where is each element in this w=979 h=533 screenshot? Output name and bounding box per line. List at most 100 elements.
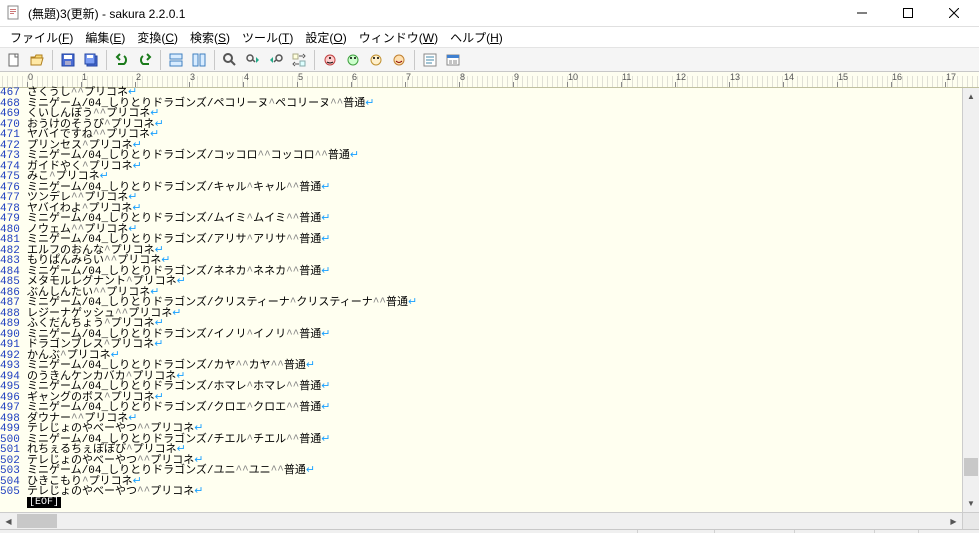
outline-icon[interactable] — [419, 49, 441, 71]
text-line[interactable]: ミニゲーム/04_しりとりドラゴンズ/ムイミ^ムイミ^^普通↵ — [27, 214, 962, 225]
text-line[interactable]: ミニゲーム/04_しりとりドラゴンズ/イノリ^イノリ^^普通↵ — [27, 330, 962, 341]
text-line[interactable]: ガイドやく^プリコネ↵ — [27, 162, 962, 173]
horizontal-scroll-thumb[interactable] — [17, 514, 57, 528]
scroll-down-button[interactable]: ▼ — [963, 495, 979, 512]
mark1-icon[interactable] — [319, 49, 341, 71]
line-number: 473 — [0, 151, 25, 162]
ruler-mark: 4 — [244, 72, 249, 82]
new-file-icon[interactable] — [3, 49, 25, 71]
text-line[interactable]: ミニゲーム/04_しりとりドラゴンズ/アリサ^アリサ^^普通↵ — [27, 235, 962, 246]
text-line[interactable]: メタモルレグナント^プリコネ↵ — [27, 277, 962, 288]
ruler-mark: 13 — [730, 72, 740, 82]
window-title: (無題)3(更新) - sakura 2.2.0.1 — [28, 5, 839, 22]
ruler-mark: 10 — [568, 72, 578, 82]
ruler-mark: 3 — [190, 72, 195, 82]
text-line[interactable]: ミニゲーム/04_しりとりドラゴンズ/ホマレ^ホマレ^^普通↵ — [27, 382, 962, 393]
text-line[interactable]: ミニゲーム/04_しりとりドラゴンズ/ユニ^^ユニ^^普通↵ — [27, 466, 962, 477]
find-icon[interactable] — [219, 49, 241, 71]
find-next-icon[interactable] — [242, 49, 264, 71]
eof-marker: [EOF] — [27, 497, 61, 508]
ruler-mark: 17 — [946, 72, 956, 82]
text-line[interactable]: さくうし^^プリコネ↵ — [27, 88, 962, 99]
line-number: 485 — [0, 277, 25, 288]
line-number: 467 — [0, 88, 25, 99]
line-number: 497 — [0, 403, 25, 414]
line-number: 493 — [0, 361, 25, 372]
save-icon[interactable] — [57, 49, 79, 71]
line-number: 495 — [0, 382, 25, 393]
open-file-icon[interactable] — [26, 49, 48, 71]
menu-e[interactable]: 編集(E) — [79, 27, 131, 48]
ruler-mark: 9 — [514, 72, 519, 82]
text-line[interactable]: くいしんぼう^^プリコネ↵ — [27, 109, 962, 120]
tile-h-icon[interactable] — [165, 49, 187, 71]
minimize-button[interactable] — [839, 0, 885, 26]
ruler-mark: 6 — [352, 72, 357, 82]
vertical-scrollbar[interactable]: ▲ ▼ — [962, 88, 979, 512]
mark3-icon[interactable] — [365, 49, 387, 71]
text-line[interactable]: ミニゲーム/04_しりとりドラゴンズ/ペコリーヌ^ペコリーヌ^^普通↵ — [27, 99, 962, 110]
undo-icon[interactable] — [111, 49, 133, 71]
menu-w[interactable]: ウィンドウ(W) — [353, 27, 444, 48]
menu-f[interactable]: ファイル(F) — [4, 27, 79, 48]
text-line[interactable]: ドラゴンブレス^プリコネ↵ — [27, 340, 962, 351]
ruler-mark: 8 — [460, 72, 465, 82]
redo-icon[interactable] — [134, 49, 156, 71]
text-line[interactable]: ミニゲーム/04_しりとりドラゴンズ/キャル^キャル^^普通↵ — [27, 183, 962, 194]
ruler-mark: 7 — [406, 72, 411, 82]
tile-v-icon[interactable] — [188, 49, 210, 71]
title-bar: (無題)3(更新) - sakura 2.2.0.1 — [0, 0, 979, 27]
find-prev-icon[interactable] — [265, 49, 287, 71]
text-line[interactable]: ツンデレ^^プリコネ↵ — [27, 193, 962, 204]
line-number: 469 — [0, 109, 25, 120]
line-number: 481 — [0, 235, 25, 246]
text-line[interactable]: ミニゲーム/04_しりとりドラゴンズ/クリスティーナ^クリスティーナ^^普通↵ — [27, 298, 962, 309]
scroll-right-button[interactable]: ▶ — [945, 513, 962, 529]
menu-o[interactable]: 設定(O) — [299, 27, 352, 48]
text-line[interactable]: ミニゲーム/04_しりとりドラゴンズ/コッコロ^^コッコロ^^普通↵ — [27, 151, 962, 162]
replace-icon[interactable] — [288, 49, 310, 71]
menu-bar: ファイル(F)編集(E)変換(C)検索(S)ツール(T)設定(O)ウィンドウ(W… — [0, 27, 979, 47]
text-line[interactable]: テレじょのやべーやつ^^プリコネ↵ — [27, 487, 962, 498]
line-number: 487 — [0, 298, 25, 309]
menu-c[interactable]: 変換(C) — [131, 27, 184, 48]
text-line[interactable]: ふくだんちょう^プリコネ↵ — [27, 319, 962, 330]
line-number: 491 — [0, 340, 25, 351]
line-number: 471 — [0, 130, 25, 141]
save-all-icon[interactable] — [80, 49, 102, 71]
maximize-button[interactable] — [885, 0, 931, 26]
editor[interactable]: 4674684694704714724734744754764774784794… — [0, 88, 979, 512]
ruler-mark: 12 — [676, 72, 686, 82]
text-area[interactable]: さくうし^^プリコネ↵ミニゲーム/04_しりとりドラゴンズ/ペコリーヌ^ペコリー… — [27, 88, 962, 512]
line-number: 501 — [0, 445, 25, 456]
menu-h[interactable]: ヘルプ(H) — [444, 27, 509, 48]
horizontal-scrollbar[interactable]: ◀ ▶ — [0, 512, 979, 529]
line-number: 489 — [0, 319, 25, 330]
ruler-mark: 11 — [622, 72, 631, 82]
text-line[interactable]: れちぇるちぇぽぽび^プリコネ↵ — [27, 445, 962, 456]
mark4-icon[interactable] — [388, 49, 410, 71]
text-line[interactable]: テレじょのやべーやつ^^プリコネ↵ — [27, 424, 962, 435]
toolbar — [0, 47, 979, 72]
text-line[interactable]: ミニゲーム/04_しりとりドラゴンズ/カヤ^^カヤ^^普通↵ — [27, 361, 962, 372]
menu-s[interactable]: 検索(S) — [184, 27, 236, 48]
text-line[interactable]: ミニゲーム/04_しりとりドラゴンズ/クロエ^クロエ^^普通↵ — [27, 403, 962, 414]
ruler-mark: 16 — [892, 72, 902, 82]
vertical-scroll-thumb[interactable] — [964, 458, 978, 476]
properties-icon[interactable] — [442, 49, 464, 71]
close-button[interactable] — [931, 0, 977, 26]
text-line[interactable]: おうけのそうび^プリコネ↵ — [27, 120, 962, 131]
line-number: 505 — [0, 487, 25, 498]
line-number: 475 — [0, 172, 25, 183]
text-line[interactable]: レジーナゲッシュ^^プリコネ↵ — [27, 309, 962, 320]
text-line[interactable]: もりぱんみらい^^プリコネ↵ — [27, 256, 962, 267]
text-line[interactable]: みこ^プリコネ↵ — [27, 172, 962, 183]
scroll-up-button[interactable]: ▲ — [963, 88, 979, 105]
ruler-mark: 14 — [784, 72, 794, 82]
menu-t[interactable]: ツール(T) — [236, 27, 299, 48]
text-line[interactable]: ヤバイですね^^プリコネ↵ — [27, 130, 962, 141]
mark2-icon[interactable] — [342, 49, 364, 71]
app-icon — [6, 5, 22, 21]
scroll-left-button[interactable]: ◀ — [0, 513, 17, 529]
ruler: 01234567891011121314151617 — [0, 72, 979, 88]
